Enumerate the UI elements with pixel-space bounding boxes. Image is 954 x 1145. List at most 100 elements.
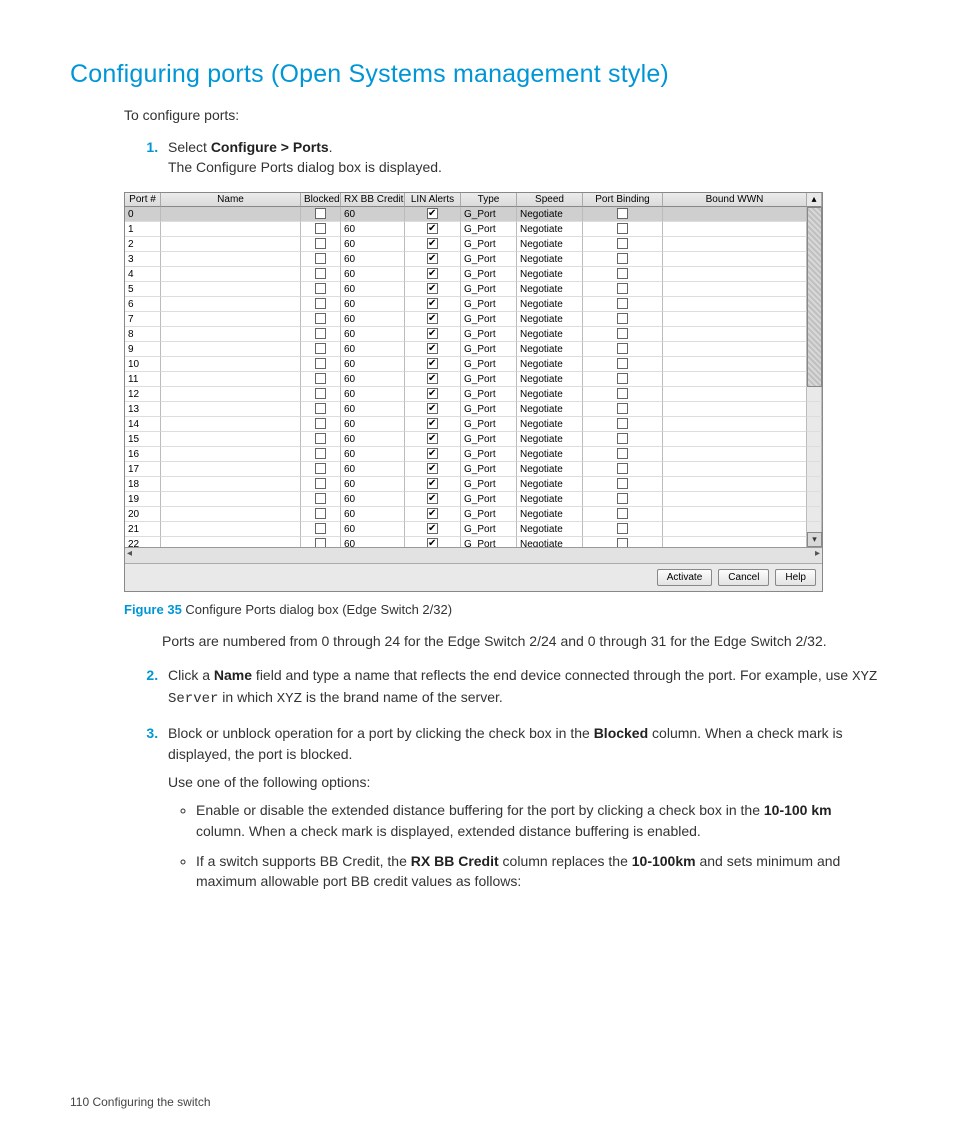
cell-blocked[interactable] (301, 327, 341, 342)
cell-name[interactable] (161, 522, 301, 537)
checkbox-icon[interactable] (315, 358, 326, 369)
checkbox-icon[interactable] (315, 388, 326, 399)
cell-lin[interactable] (405, 297, 461, 312)
cell-wwn[interactable] (663, 357, 807, 372)
cell-blocked[interactable] (301, 252, 341, 267)
cell-blocked[interactable] (301, 237, 341, 252)
cell-type[interactable]: G_Port (461, 402, 517, 417)
table-row[interactable]: 960G_PortNegotiate (125, 342, 822, 357)
table-row[interactable]: 860G_PortNegotiate (125, 327, 822, 342)
cell-port[interactable]: 2 (125, 237, 161, 252)
cell-port[interactable]: 11 (125, 372, 161, 387)
cell-port[interactable]: 17 (125, 462, 161, 477)
checkbox-icon[interactable] (315, 538, 326, 546)
cell-pb[interactable] (583, 357, 663, 372)
cell-rx[interactable]: 60 (341, 282, 405, 297)
cell-name[interactable] (161, 357, 301, 372)
cell-wwn[interactable] (663, 267, 807, 282)
cell-type[interactable]: G_Port (461, 537, 517, 547)
cell-blocked[interactable] (301, 507, 341, 522)
checkbox-icon[interactable] (427, 433, 438, 444)
cell-rx[interactable]: 60 (341, 432, 405, 447)
checkbox-icon[interactable] (427, 268, 438, 279)
cell-lin[interactable] (405, 537, 461, 547)
cell-speed[interactable]: Negotiate (517, 387, 583, 402)
cell-lin[interactable] (405, 222, 461, 237)
cell-blocked[interactable] (301, 267, 341, 282)
checkbox-icon[interactable] (315, 298, 326, 309)
cell-speed[interactable]: Negotiate (517, 222, 583, 237)
cell-lin[interactable] (405, 237, 461, 252)
cell-speed[interactable]: Negotiate (517, 372, 583, 387)
cell-lin[interactable] (405, 492, 461, 507)
cell-pb[interactable] (583, 237, 663, 252)
cell-wwn[interactable] (663, 507, 807, 522)
cell-speed[interactable]: Negotiate (517, 207, 583, 222)
cell-lin[interactable] (405, 282, 461, 297)
cell-rx[interactable]: 60 (341, 477, 405, 492)
table-row[interactable]: 1560G_PortNegotiate (125, 432, 822, 447)
checkbox-icon[interactable] (315, 253, 326, 264)
cell-pb[interactable] (583, 417, 663, 432)
cell-port[interactable]: 21 (125, 522, 161, 537)
cell-port[interactable]: 16 (125, 447, 161, 462)
cell-lin[interactable] (405, 477, 461, 492)
checkbox-icon[interactable] (617, 253, 628, 264)
cell-rx[interactable]: 60 (341, 252, 405, 267)
cell-type[interactable]: G_Port (461, 387, 517, 402)
cell-wwn[interactable] (663, 252, 807, 267)
cell-pb[interactable] (583, 492, 663, 507)
cell-type[interactable]: G_Port (461, 522, 517, 537)
checkbox-icon[interactable] (427, 298, 438, 309)
cell-rx[interactable]: 60 (341, 522, 405, 537)
cell-speed[interactable]: Negotiate (517, 357, 583, 372)
checkbox-icon[interactable] (315, 238, 326, 249)
checkbox-icon[interactable] (315, 523, 326, 534)
checkbox-icon[interactable] (617, 478, 628, 489)
cell-speed[interactable]: Negotiate (517, 537, 583, 547)
cell-wwn[interactable] (663, 297, 807, 312)
cell-port[interactable]: 6 (125, 297, 161, 312)
cell-blocked[interactable] (301, 207, 341, 222)
cell-blocked[interactable] (301, 312, 341, 327)
cell-blocked[interactable] (301, 492, 341, 507)
checkbox-icon[interactable] (427, 208, 438, 219)
cell-lin[interactable] (405, 372, 461, 387)
checkbox-icon[interactable] (427, 358, 438, 369)
cell-speed[interactable]: Negotiate (517, 492, 583, 507)
checkbox-icon[interactable] (427, 493, 438, 504)
cell-name[interactable] (161, 507, 301, 522)
cancel-button[interactable]: Cancel (718, 569, 769, 586)
cell-pb[interactable] (583, 267, 663, 282)
checkbox-icon[interactable] (617, 448, 628, 459)
cell-port[interactable]: 9 (125, 342, 161, 357)
cell-port[interactable]: 19 (125, 492, 161, 507)
cell-blocked[interactable] (301, 282, 341, 297)
cell-pb[interactable] (583, 327, 663, 342)
checkbox-icon[interactable] (315, 208, 326, 219)
cell-wwn[interactable] (663, 537, 807, 547)
cell-name[interactable] (161, 237, 301, 252)
cell-name[interactable] (161, 477, 301, 492)
cell-lin[interactable] (405, 402, 461, 417)
cell-rx[interactable]: 60 (341, 537, 405, 547)
cell-port[interactable]: 14 (125, 417, 161, 432)
cell-wwn[interactable] (663, 312, 807, 327)
cell-port[interactable]: 15 (125, 432, 161, 447)
cell-type[interactable]: G_Port (461, 462, 517, 477)
cell-type[interactable]: G_Port (461, 237, 517, 252)
cell-blocked[interactable] (301, 372, 341, 387)
table-row[interactable]: 1160G_PortNegotiate (125, 372, 822, 387)
cell-pb[interactable] (583, 477, 663, 492)
cell-port[interactable]: 8 (125, 327, 161, 342)
checkbox-icon[interactable] (427, 403, 438, 414)
cell-pb[interactable] (583, 462, 663, 477)
cell-rx[interactable]: 60 (341, 507, 405, 522)
cell-name[interactable] (161, 327, 301, 342)
checkbox-icon[interactable] (315, 268, 326, 279)
checkbox-icon[interactable] (427, 418, 438, 429)
cell-wwn[interactable] (663, 522, 807, 537)
activate-button[interactable]: Activate (657, 569, 713, 586)
cell-rx[interactable]: 60 (341, 207, 405, 222)
table-row[interactable]: 1660G_PortNegotiate (125, 447, 822, 462)
